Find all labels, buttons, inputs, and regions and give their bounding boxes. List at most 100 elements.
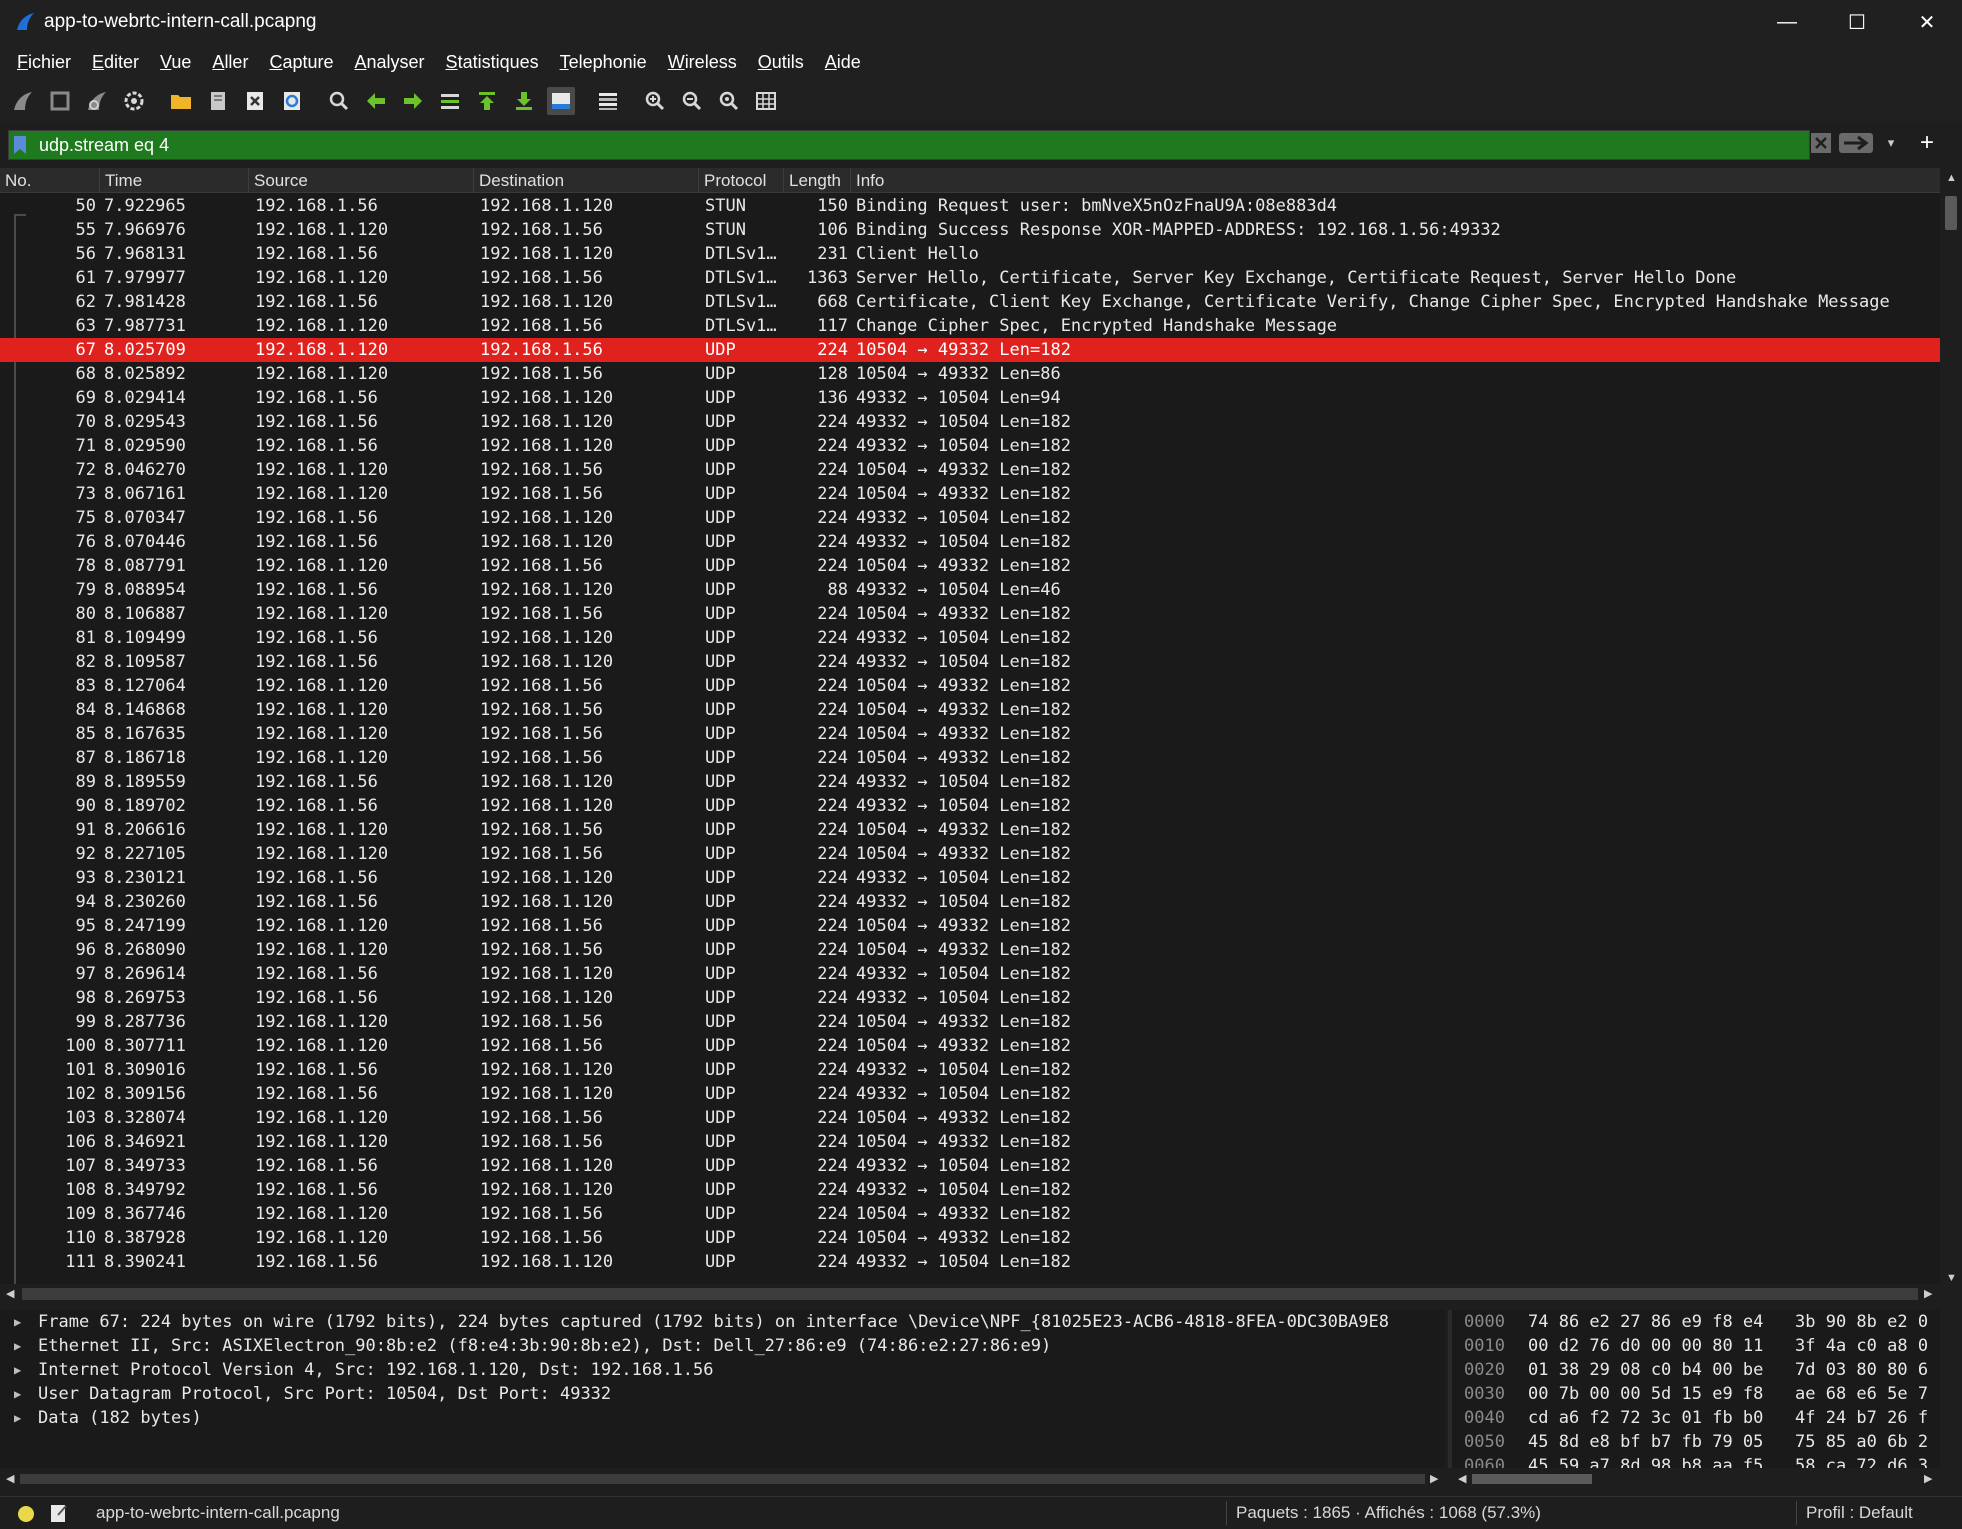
packet-row[interactable]: 109 8.367746 192.168.1.120 192.168.1.56 UDP 2… — [0, 1202, 1940, 1226]
detail-tree-item[interactable]: ▶ Internet Protocol Version 4, Src: 192.1… — [0, 1358, 1445, 1382]
column-header-time[interactable]: Time — [100, 168, 249, 192]
expand-arrow-icon[interactable]: ▶ — [14, 1310, 21, 1334]
horizontal-scroll-thumb[interactable] — [22, 1288, 1918, 1300]
go-back-icon[interactable] — [362, 87, 390, 115]
packet-row[interactable]: 78 8.087791 192.168.1.120 192.168.1.56 UDP 22… — [0, 554, 1940, 578]
go-forward-icon[interactable] — [399, 87, 427, 115]
menu-wireless[interactable]: Wireless — [668, 52, 737, 73]
last-packet-icon[interactable] — [510, 87, 538, 115]
column-header-source[interactable]: Source — [249, 168, 474, 192]
packet-list-vertical-scrollbar[interactable]: ▲ ▼ — [1940, 168, 1962, 1290]
packet-row[interactable]: 71 8.029590 192.168.1.56 192.168.1.120 UDP 22… — [0, 434, 1940, 458]
zoom-out-icon[interactable] — [678, 87, 706, 115]
hex-row[interactable]: 0050 45 8d e8 bf b7 fb 79 05 75 85 a0 6b 2 — [1452, 1430, 1940, 1454]
packet-row[interactable]: 80 8.106887 192.168.1.120 192.168.1.56 UDP 22… — [0, 602, 1940, 626]
expand-arrow-icon[interactable]: ▶ — [14, 1334, 21, 1358]
menu-vue[interactable]: Vue — [160, 52, 191, 73]
expand-arrow-icon[interactable]: ▶ — [14, 1406, 21, 1430]
capture-comment-icon[interactable] — [50, 1503, 68, 1523]
packet-row[interactable]: 99 8.287736 192.168.1.120 192.168.1.56 UDP 22… — [0, 1010, 1940, 1034]
packet-row[interactable]: 55 7.966976 192.168.1.120 192.168.1.56 STUN 1… — [0, 218, 1940, 242]
details-scroll-thumb[interactable] — [20, 1474, 1425, 1484]
column-header-info[interactable]: Info — [851, 168, 1940, 192]
packet-row[interactable]: 110 8.387928 192.168.1.120 192.168.1.56 UDP 2… — [0, 1226, 1940, 1250]
hex-row[interactable]: 0020 01 38 29 08 c0 b4 00 be 7d 03 80 80 6 — [1452, 1358, 1940, 1382]
detail-tree-item[interactable]: ▶ Frame 67: 224 bytes on wire (1792 bits)… — [0, 1310, 1445, 1334]
capture-options-gear-icon[interactable] — [120, 87, 148, 115]
packet-row[interactable]: 89 8.189559 192.168.1.56 192.168.1.120 UDP 22… — [0, 770, 1940, 794]
filter-history-dropdown[interactable]: ▾ — [1880, 132, 1902, 154]
packet-row[interactable]: 100 8.307711 192.168.1.120 192.168.1.56 UDP 2… — [0, 1034, 1940, 1058]
find-packet-icon[interactable] — [325, 87, 353, 115]
hex-row[interactable]: 0030 00 7b 00 00 5d 15 e9 f8 ae 68 e6 5e 7 — [1452, 1382, 1940, 1406]
packet-row[interactable]: 56 7.968131 192.168.1.56 192.168.1.120 DTLSv… — [0, 242, 1940, 266]
packet-row[interactable]: 108 8.349792 192.168.1.56 192.168.1.120 UDP 2… — [0, 1178, 1940, 1202]
menu-outils[interactable]: Outils — [758, 52, 804, 73]
packet-row[interactable]: 61 7.979977 192.168.1.120 192.168.1.56 DTLSv… — [0, 266, 1940, 290]
clear-filter-icon[interactable] — [1810, 132, 1832, 154]
display-filter-input[interactable] — [39, 131, 1799, 159]
column-header-protocol[interactable]: Protocol — [699, 168, 784, 192]
stop-square-icon[interactable] — [46, 87, 74, 115]
packet-row[interactable]: 106 8.346921 192.168.1.120 192.168.1.56 UDP 2… — [0, 1130, 1940, 1154]
packet-row[interactable]: 82 8.109587 192.168.1.56 192.168.1.120 UDP 22… — [0, 650, 1940, 674]
close-button[interactable]: ✕ — [1892, 0, 1962, 44]
column-header-no[interactable]: No. — [0, 168, 100, 192]
autoscroll-icon[interactable] — [547, 87, 575, 115]
file-save-icon[interactable] — [204, 87, 232, 115]
packet-row[interactable]: 67 8.025709 192.168.1.120 192.168.1.56 UDP 22… — [0, 338, 1940, 362]
menu-capture[interactable]: Capture — [269, 52, 333, 73]
menu-analyser[interactable]: Analyser — [355, 52, 425, 73]
bytes-scroll-thumb[interactable] — [1472, 1474, 1592, 1484]
reload-icon[interactable] — [278, 87, 306, 115]
packet-row[interactable]: 97 8.269614 192.168.1.56 192.168.1.120 UDP 22… — [0, 962, 1940, 986]
packet-row[interactable]: 90 8.189702 192.168.1.56 192.168.1.120 UDP 22… — [0, 794, 1940, 818]
hex-row[interactable]: 0010 00 d2 76 d0 00 00 80 11 3f 4a c0 a8 0 — [1452, 1334, 1940, 1358]
menu-aller[interactable]: Aller — [212, 52, 248, 73]
zoom-normal-icon[interactable] — [715, 87, 743, 115]
packet-row[interactable]: 83 8.127064 192.168.1.120 192.168.1.56 UDP 22… — [0, 674, 1940, 698]
open-folder-icon[interactable] — [167, 87, 195, 115]
packet-row[interactable]: 50 7.922965 192.168.1.56 192.168.1.120 STUN 1… — [0, 194, 1940, 218]
packet-row[interactable]: 107 8.349733 192.168.1.56 192.168.1.120 UDP 2… — [0, 1154, 1940, 1178]
column-header-destination[interactable]: Destination — [474, 168, 699, 192]
packet-row[interactable]: 79 8.088954 192.168.1.56 192.168.1.120 UDP 88… — [0, 578, 1940, 602]
minimize-button[interactable]: — — [1752, 0, 1822, 44]
packet-row[interactable]: 72 8.046270 192.168.1.120 192.168.1.56 UDP 22… — [0, 458, 1940, 482]
add-filter-button[interactable]: + — [1912, 128, 1942, 158]
expand-arrow-icon[interactable]: ▶ — [14, 1358, 21, 1382]
packet-row[interactable]: 91 8.206616 192.168.1.120 192.168.1.56 UDP 22… — [0, 818, 1940, 842]
packet-row[interactable]: 70 8.029543 192.168.1.56 192.168.1.120 UDP 22… — [0, 410, 1940, 434]
shark-fin-start-icon[interactable] — [9, 87, 37, 115]
vertical-scroll-thumb[interactable] — [1945, 196, 1957, 230]
packet-row[interactable]: 111 8.390241 192.168.1.56 192.168.1.120 UDP 2… — [0, 1250, 1940, 1274]
packet-row[interactable]: 68 8.025892 192.168.1.120 192.168.1.56 UDP 12… — [0, 362, 1940, 386]
packet-row[interactable]: 92 8.227105 192.168.1.120 192.168.1.56 UDP 22… — [0, 842, 1940, 866]
expand-arrow-icon[interactable]: ▶ — [14, 1382, 21, 1406]
packet-row[interactable]: 102 8.309156 192.168.1.56 192.168.1.120 UDP 2… — [0, 1082, 1940, 1106]
status-profile[interactable]: Profil : Default — [1806, 1503, 1913, 1523]
packet-row[interactable]: 75 8.070347 192.168.1.56 192.168.1.120 UDP 22… — [0, 506, 1940, 530]
packet-row[interactable]: 93 8.230121 192.168.1.56 192.168.1.120 UDP 22… — [0, 866, 1940, 890]
packet-row[interactable]: 62 7.981428 192.168.1.56 192.168.1.120 DTLSv… — [0, 290, 1940, 314]
detail-tree-item[interactable]: ▶ Data (182 bytes) — [0, 1406, 1445, 1430]
bytes-horizontal-scrollbar[interactable]: ◀ ▶ — [1452, 1470, 1940, 1488]
menu-statistiques[interactable]: Statistiques — [446, 52, 539, 73]
expert-info-led-icon[interactable] — [18, 1506, 34, 1522]
packet-row[interactable]: 84 8.146868 192.168.1.120 192.168.1.56 UDP 22… — [0, 698, 1940, 722]
packet-row[interactable]: 96 8.268090 192.168.1.120 192.168.1.56 UDP 22… — [0, 938, 1940, 962]
packet-row[interactable]: 98 8.269753 192.168.1.56 192.168.1.120 UDP 22… — [0, 986, 1940, 1010]
menu-aide[interactable]: Aide — [825, 52, 861, 73]
apply-filter-arrow-icon[interactable] — [1838, 132, 1874, 154]
hex-row[interactable]: 0040 cd a6 f2 72 3c 01 fb b0 4f 24 b7 26 f — [1452, 1406, 1940, 1430]
menu-fichier[interactable]: Fichier — [17, 52, 71, 73]
close-file-icon[interactable] — [241, 87, 269, 115]
packet-row[interactable]: 94 8.230260 192.168.1.56 192.168.1.120 UDP 22… — [0, 890, 1940, 914]
menu-editer[interactable]: Editer — [92, 52, 139, 73]
maximize-button[interactable]: ☐ — [1822, 0, 1892, 44]
hex-row[interactable]: 0000 74 86 e2 27 86 e9 f8 e4 3b 90 8b e2 0 — [1452, 1310, 1940, 1334]
shark-fin-restart-icon[interactable] — [83, 87, 111, 115]
packet-row[interactable]: 63 7.987731 192.168.1.120 192.168.1.56 DTLSv… — [0, 314, 1940, 338]
resize-columns-icon[interactable] — [752, 87, 780, 115]
zoom-in-icon[interactable] — [641, 87, 669, 115]
